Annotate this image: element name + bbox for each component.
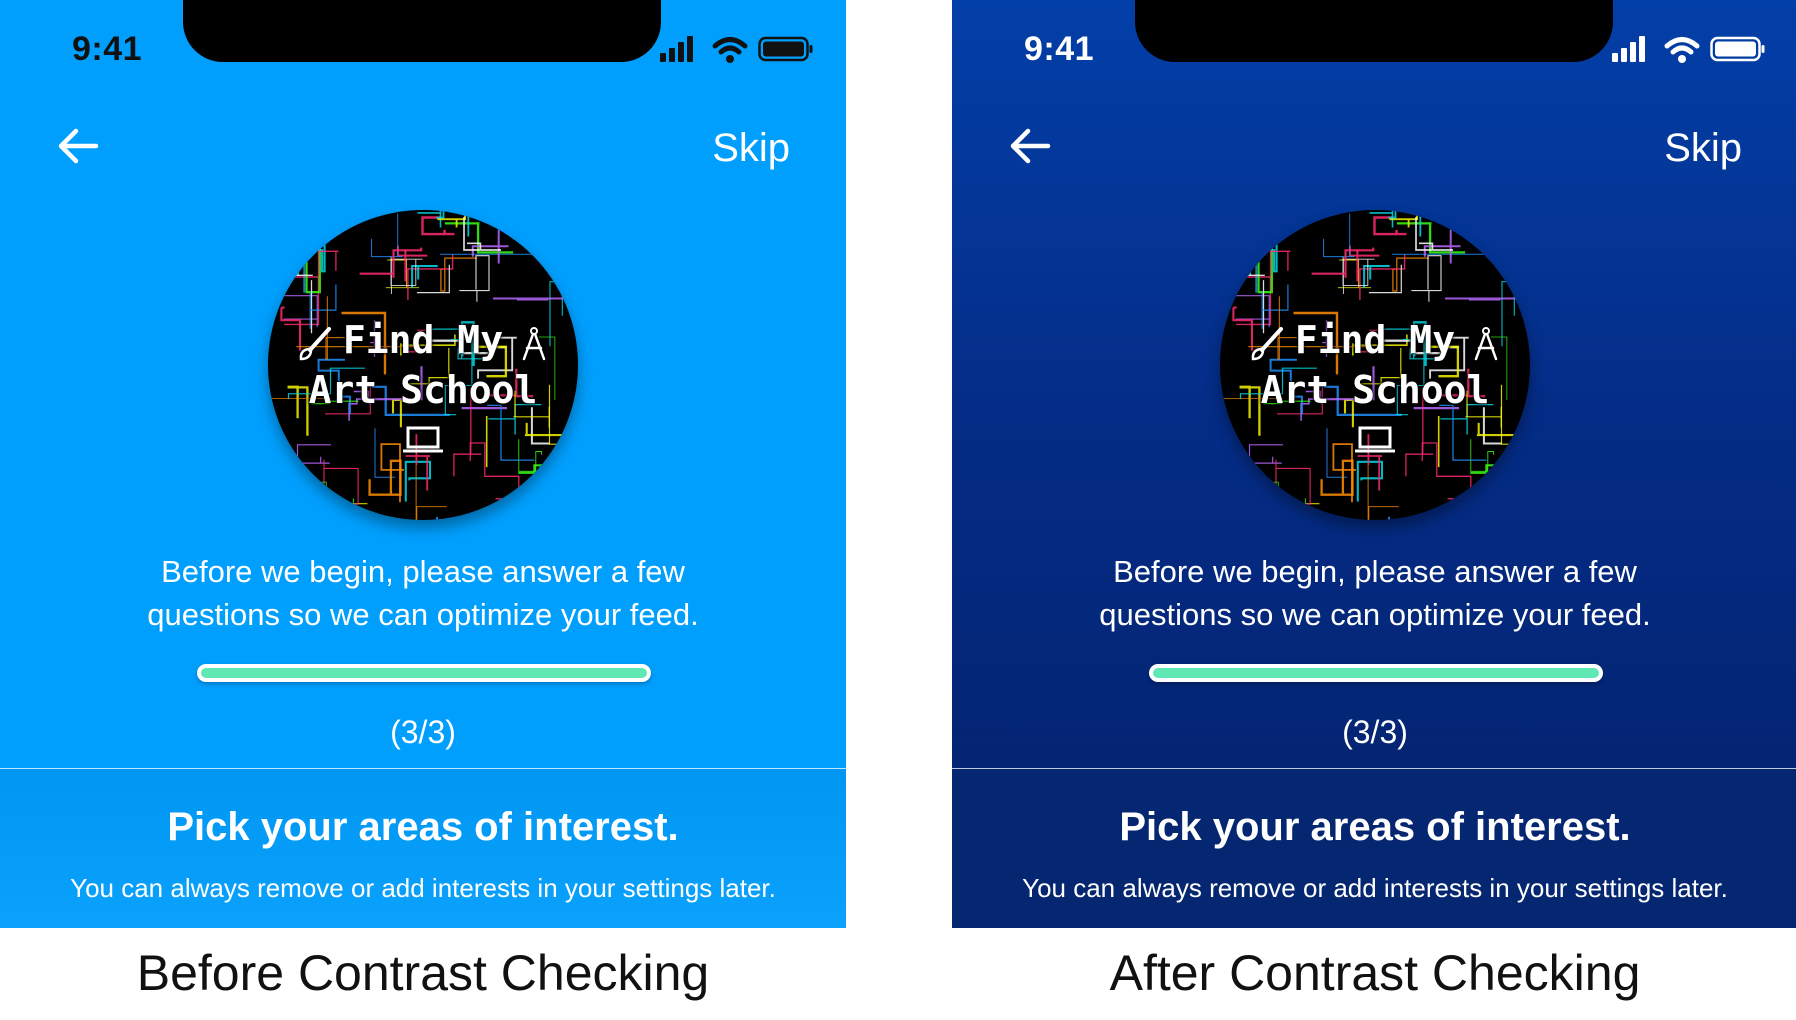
app-logo: Find My Art School [1220,210,1530,520]
arrow-left-icon[interactable] [56,124,100,168]
status-time: 9:41 [72,30,143,68]
logo-title-line1: Find My [342,318,504,362]
progress-fill [1153,668,1599,678]
bottom-sheet-title: Pick your areas of interest. [167,805,679,849]
app-logo: Find My Art School [268,210,578,520]
intro-line-1: Before we begin, please answer a few [161,554,685,589]
wifi-icon [1664,37,1700,63]
intro-text: Before we begin, please answer a few que… [40,550,806,636]
logo-pattern [1220,210,1530,520]
status-time: 9:41 [1024,30,1095,68]
screen-before: 9:41 Skip Find My Art School Before we b… [0,0,846,928]
comparison-stage: 9:41 Skip Find My Art School Before we b… [0,0,1796,1020]
progress-bar [1149,664,1603,682]
bottom-sheet-subtitle: You can always remove or add interests i… [70,873,776,903]
signal-icon [1612,36,1645,62]
bottom-sheet-subtitle: You can always remove or add interests i… [1022,873,1728,903]
screen-after: 9:41 Skip Find My Art School Before we b… [952,0,1796,928]
intro-text: Before we begin, please answer a few que… [992,550,1758,636]
laptop-icon [1355,426,1395,453]
step-counter: (3/3) [1342,714,1408,750]
bottom-sheet-title: Pick your areas of interest. [1119,805,1631,849]
wifi-icon [712,37,748,63]
intro-line-1: Before we begin, please answer a few [1113,554,1637,589]
progress-fill [201,668,647,678]
step-counter: (3/3) [390,714,456,750]
intro-line-2: questions so we can optimize your feed. [147,597,699,632]
battery-icon [1710,36,1765,62]
device-notch [183,0,661,62]
intro-line-2: questions so we can optimize your feed. [1099,597,1651,632]
status-icons [1612,36,1767,66]
caption-before: Before Contrast Checking [136,945,710,1001]
logo-title-line1: Find My [1294,318,1456,362]
logo-pattern [268,210,578,520]
arrow-left-icon[interactable] [1008,124,1052,168]
status-icons [660,36,815,66]
device-notch [1135,0,1613,62]
caption-after: After Contrast Checking [1109,945,1641,1001]
bottom-sheet: Pick your areas of interest. You can alw… [0,769,846,928]
battery-icon [758,36,813,62]
bottom-sheet: Pick your areas of interest. You can alw… [952,769,1796,928]
laptop-icon [403,426,443,453]
logo-title-line2: Art School [1260,368,1490,412]
progress-bar [197,664,651,682]
signal-icon [660,36,693,62]
skip-button[interactable]: Skip [1664,126,1742,171]
logo-title-line2: Art School [308,368,538,412]
skip-button[interactable]: Skip [712,126,790,171]
